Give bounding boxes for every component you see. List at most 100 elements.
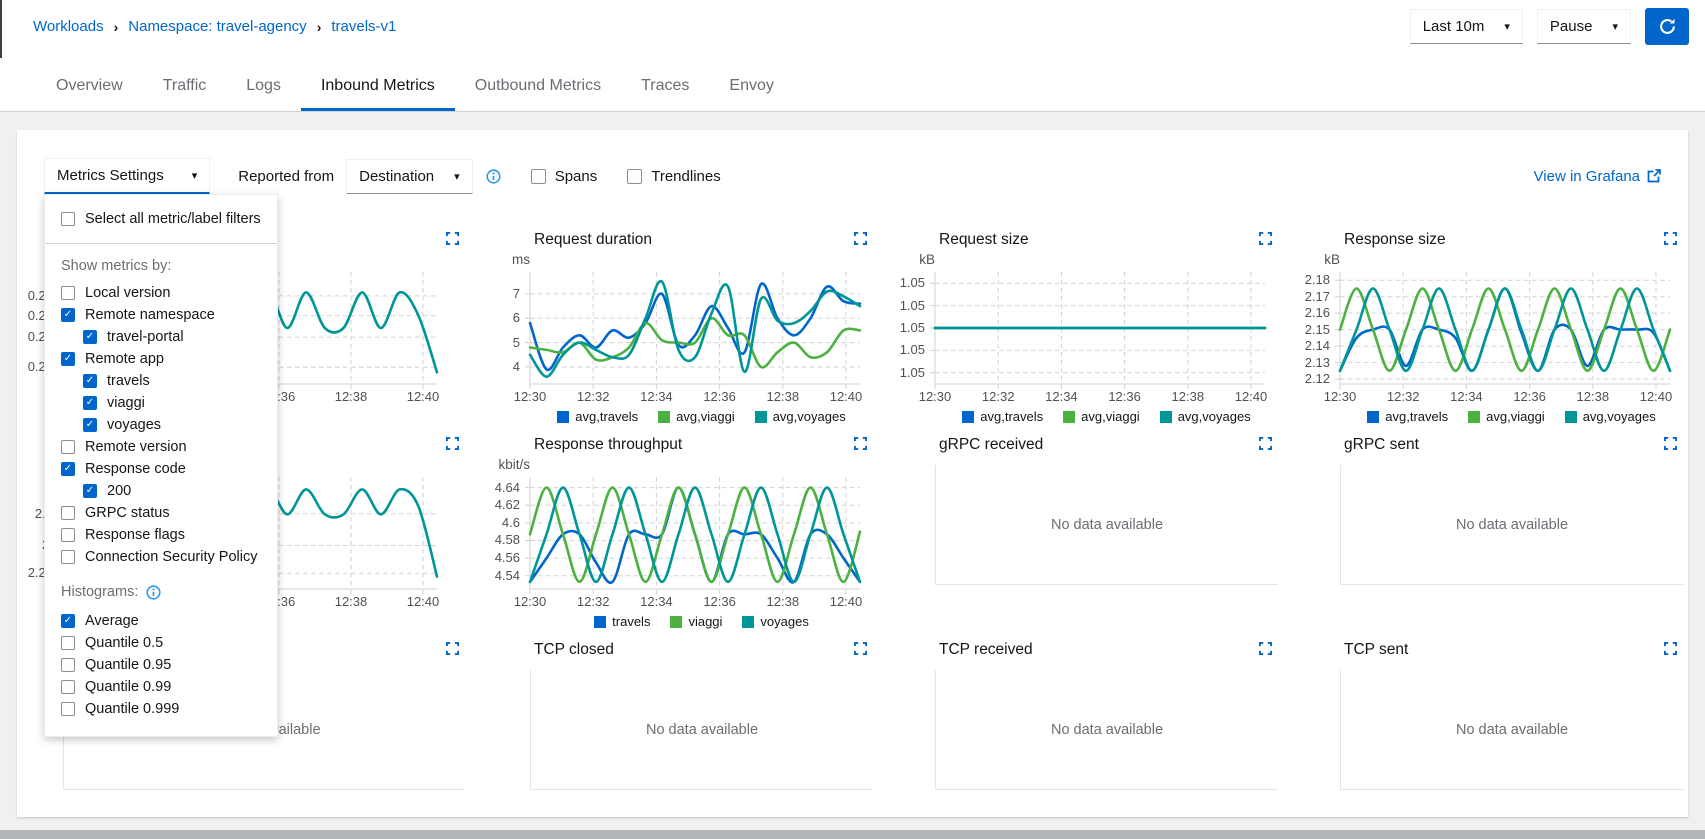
chart-header: Response size bbox=[1298, 230, 1683, 252]
refresh-interval-select[interactable]: Pause ▾ bbox=[1537, 9, 1631, 44]
legend-swatch bbox=[594, 616, 606, 628]
checkbox[interactable]: ✓ bbox=[83, 330, 97, 344]
checkbox[interactable] bbox=[61, 680, 75, 694]
tab-logs[interactable]: Logs bbox=[226, 77, 301, 111]
legend-item-avg-viaggi[interactable]: avg,viaggi bbox=[1063, 409, 1140, 424]
checkbox[interactable]: ✓ bbox=[83, 418, 97, 432]
legend-item-avg-viaggi[interactable]: avg,viaggi bbox=[1468, 409, 1545, 424]
expand-icon[interactable] bbox=[1259, 232, 1272, 245]
menu-item-travels[interactable]: ✓travels bbox=[45, 370, 277, 392]
tab-traces[interactable]: Traces bbox=[621, 77, 709, 111]
checkbox[interactable]: ✓ bbox=[61, 614, 75, 628]
menu-item-quantile-0-95[interactable]: Quantile 0.95 bbox=[45, 654, 277, 676]
metrics-settings-select[interactable]: Metrics Settings ▾ bbox=[44, 158, 210, 194]
x-tick-label: 12:30 bbox=[514, 389, 547, 404]
checkbox[interactable] bbox=[627, 169, 642, 184]
expand-icon[interactable] bbox=[1664, 642, 1677, 655]
expand-icon[interactable] bbox=[446, 642, 459, 655]
expand-icon[interactable] bbox=[1259, 437, 1272, 450]
legend-item-voyages[interactable]: voyages bbox=[742, 614, 808, 629]
tab-overview[interactable]: Overview bbox=[36, 77, 143, 111]
tab-traffic[interactable]: Traffic bbox=[143, 77, 227, 111]
menu-item-voyages[interactable]: ✓ voyages bbox=[45, 414, 277, 436]
horizontal-scrollbar[interactable] bbox=[0, 830, 1705, 839]
checkbox[interactable]: ✓ bbox=[83, 374, 97, 388]
checkbox[interactable]: ✓ bbox=[61, 308, 75, 322]
menu-item-label: voyages bbox=[107, 417, 161, 433]
spans-checkbox[interactable]: Spans bbox=[531, 168, 598, 185]
breadcrumb-namespace-link[interactable]: Namespace: travel-agency bbox=[128, 18, 306, 35]
plot-svg bbox=[935, 272, 1265, 384]
menu-divider bbox=[45, 243, 277, 244]
expand-icon[interactable] bbox=[1664, 232, 1677, 245]
checkbox[interactable]: ✓ bbox=[83, 396, 97, 410]
menu-item-local-version[interactable]: Local version bbox=[45, 282, 277, 304]
checkbox[interactable] bbox=[61, 636, 75, 650]
breadcrumb-workload-link[interactable]: travels-v1 bbox=[331, 18, 396, 35]
checkbox[interactable] bbox=[61, 440, 75, 454]
view-in-grafana-link[interactable]: View in Grafana bbox=[1534, 168, 1661, 185]
tab-inbound-metrics[interactable]: Inbound Metrics bbox=[301, 77, 455, 111]
checkbox[interactable]: ✓ bbox=[61, 462, 75, 476]
legend-item-avg-voyages[interactable]: avg,voyages bbox=[755, 409, 846, 424]
legend-item-avg-travels[interactable]: avg,travels bbox=[962, 409, 1043, 424]
menu-item-average[interactable]: ✓Average bbox=[45, 610, 277, 632]
expand-icon[interactable] bbox=[446, 232, 459, 245]
menu-item-quantile-0-999[interactable]: Quantile 0.999 bbox=[45, 698, 277, 720]
checkbox[interactable] bbox=[61, 702, 75, 716]
checkbox[interactable] bbox=[61, 212, 75, 226]
checkbox[interactable]: ✓ bbox=[83, 484, 97, 498]
legend-item-avg-voyages[interactable]: avg,voyages bbox=[1565, 409, 1656, 424]
expand-icon[interactable] bbox=[1664, 437, 1677, 450]
checkbox[interactable]: ✓ bbox=[61, 352, 75, 366]
expand-icon[interactable] bbox=[446, 437, 459, 450]
menu-item-remote-namespace[interactable]: ✓Remote namespace bbox=[45, 304, 277, 326]
breadcrumb-workloads-link[interactable]: Workloads bbox=[33, 18, 104, 35]
chart-header: Request size bbox=[893, 230, 1278, 252]
expand-icon[interactable] bbox=[854, 642, 867, 655]
x-axis-labels: 12:3012:3212:3412:3612:3812:40 bbox=[530, 389, 873, 406]
legend-item-avg-travels[interactable]: avg,travels bbox=[557, 409, 638, 424]
checkbox[interactable] bbox=[61, 506, 75, 520]
legend-item-avg-viaggi[interactable]: avg,viaggi bbox=[658, 409, 735, 424]
menu-item-travel-portal[interactable]: ✓travel-portal bbox=[45, 326, 277, 348]
legend-item-avg-travels[interactable]: avg,travels bbox=[1367, 409, 1448, 424]
info-icon[interactable] bbox=[486, 169, 501, 184]
no-data-label: No data available bbox=[1456, 722, 1568, 738]
menu-item-remote-version[interactable]: Remote version bbox=[45, 436, 277, 458]
checkbox[interactable] bbox=[531, 169, 546, 184]
trendlines-checkbox[interactable]: Trendlines bbox=[627, 168, 720, 185]
plot-area: 7654 bbox=[488, 272, 873, 384]
legend-item-avg-voyages[interactable]: avg,voyages bbox=[1160, 409, 1251, 424]
expand-icon[interactable] bbox=[1259, 642, 1272, 655]
menu-item-connection-security-policy[interactable]: Connection Security Policy bbox=[45, 546, 277, 568]
reported-from-select[interactable]: Destination ▾ bbox=[346, 159, 473, 194]
menu-item-200[interactable]: ✓200 bbox=[45, 480, 277, 502]
checkbox[interactable] bbox=[61, 550, 75, 564]
x-tick-label: 12:30 bbox=[1324, 389, 1357, 404]
tab-envoy[interactable]: Envoy bbox=[709, 77, 793, 111]
time-range-select[interactable]: Last 10m ▾ bbox=[1410, 9, 1523, 44]
expand-icon[interactable] bbox=[854, 437, 867, 450]
header-controls: Last 10m ▾ Pause ▾ bbox=[1410, 8, 1689, 45]
checkbox[interactable] bbox=[61, 658, 75, 672]
info-icon[interactable] bbox=[146, 585, 161, 600]
checkbox[interactable] bbox=[61, 528, 75, 542]
menu-item-grpc-status[interactable]: GRPC status bbox=[45, 502, 277, 524]
legend-item-travels[interactable]: travels bbox=[594, 614, 650, 629]
menu-item-response-flags[interactable]: Response flags bbox=[45, 524, 277, 546]
x-tick-label: 12:38 bbox=[767, 594, 800, 609]
menu-item-remote-app[interactable]: ✓Remote app bbox=[45, 348, 277, 370]
menu-item-select-all[interactable]: Select all metric/label filters bbox=[45, 207, 277, 231]
menu-item-response-code[interactable]: ✓Response code bbox=[45, 458, 277, 480]
menu-item-viaggi[interactable]: ✓viaggi bbox=[45, 392, 277, 414]
menu-item-quantile-0-99[interactable]: Quantile 0.99 bbox=[45, 676, 277, 698]
legend-item-viaggi[interactable]: viaggi bbox=[670, 614, 722, 629]
expand-icon[interactable] bbox=[854, 232, 867, 245]
refresh-button[interactable] bbox=[1645, 8, 1689, 45]
menu-item-quantile-0-5[interactable]: Quantile 0.5 bbox=[45, 632, 277, 654]
legend-label: travels bbox=[612, 614, 650, 629]
checkbox[interactable] bbox=[61, 286, 75, 300]
tab-outbound-metrics[interactable]: Outbound Metrics bbox=[455, 77, 621, 111]
menu-item-label: GRPC status bbox=[85, 505, 170, 521]
